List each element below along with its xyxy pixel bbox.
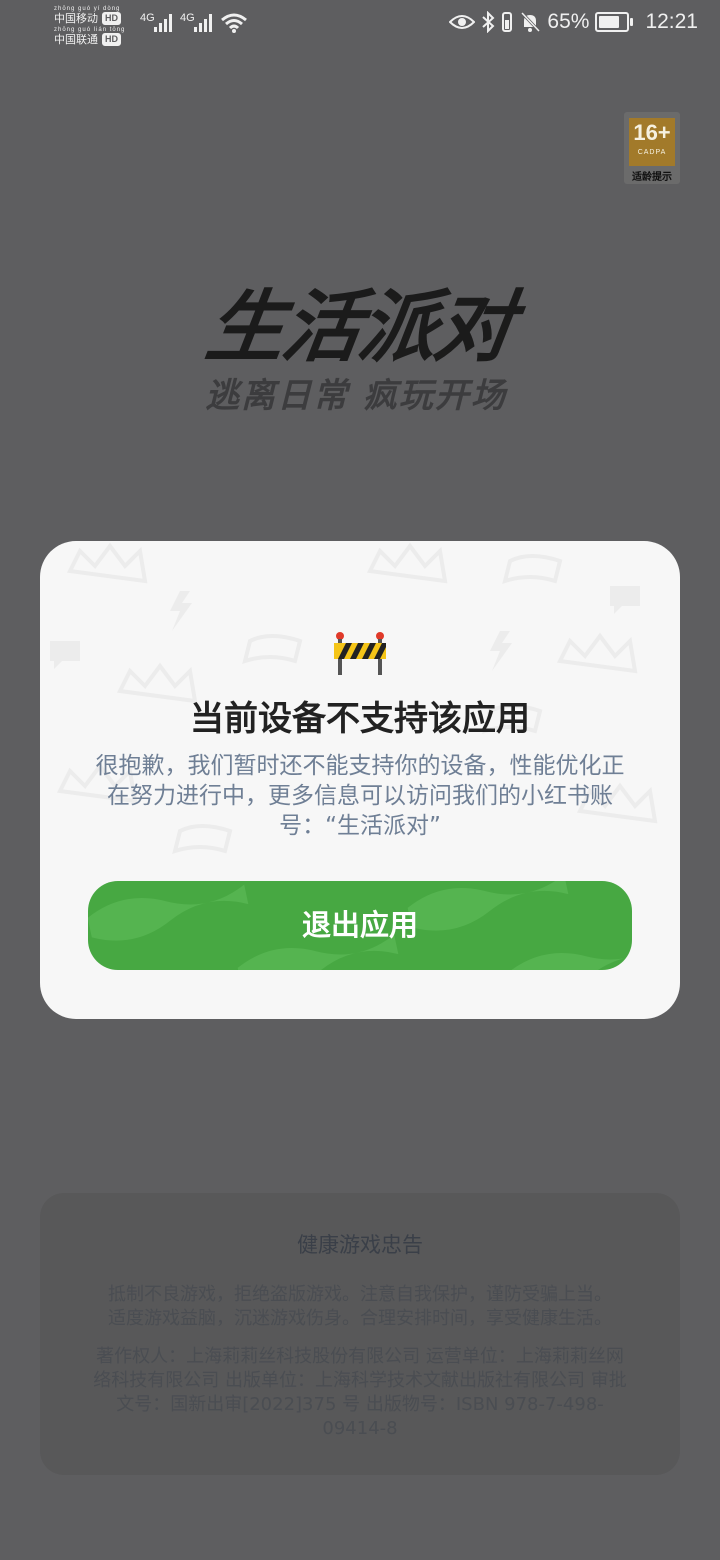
battery-percent: 65% [547,10,590,33]
age-rating-label: 适龄提示 [632,172,672,183]
dialog-message: 很抱歉，我们暂时还不能支持你的设备，性能优化正在努力进行中，更多信息可以访问我们… [95,753,625,839]
eye-icon [449,15,476,29]
dialog-title: 当前设备不支持该应用 [190,699,530,739]
unsupported-device-dialog: 当前设备不支持该应用 很抱歉，我们暂时还不能支持你的设备，性能优化正在努力进行中… [40,541,680,1019]
exit-app-button-label: 退出应用 [301,908,418,942]
battery-icon [595,12,634,32]
health-notice-body: 抵制不良游戏，拒绝盗版游戏。注意自我保护，谨防受骗上当。 适度游戏益脑，沉迷游戏… [70,1283,650,1331]
signal-icon-1 [154,14,172,32]
health-notice-panel: 健康游戏忠告 抵制不良游戏，拒绝盗版游戏。注意自我保护，谨防受骗上当。 适度游戏… [40,1193,680,1475]
bluetooth-icon [482,11,495,33]
copyright-info: 著作权人：上海莉莉丝科技股份有限公司 运营单位：上海莉莉丝网络科技有限公司 出版… [93,1346,627,1439]
bell-off-icon [521,11,541,33]
carrier1-name: 中国移动 [54,12,98,25]
health-notice-line-2: 适度游戏益脑，沉迷游戏伤身。合理安排时间，享受健康生活。 [108,1308,612,1329]
age-rating-org: CADPA [637,149,667,156]
status-right: 65% 12:21 [449,10,698,34]
age-rating-icon: 16+ CADPA [629,118,675,166]
carrier2-name: 中国联通 [54,33,98,46]
vibrate-icon [502,12,513,32]
health-notice-title: 健康游戏忠告 [297,1233,423,1257]
age-rating-badge[interactable]: 16+ CADPA 适龄提示 [624,112,680,184]
exit-app-button[interactable]: 退出应用 [88,881,632,970]
age-rating-number: 16+ [633,120,671,145]
carrier-info: zhōng guó yí dòng 中国移动 HD zhōng guó lián… [54,6,125,48]
wifi-icon [221,13,247,33]
clock: 12:21 [645,10,698,33]
hd-badge-1: HD [102,12,121,25]
status-bar: zhōng guó yí dòng 中国移动 HD zhōng guó lián… [0,0,720,52]
hd-badge-2: HD [102,33,121,46]
network-type-2: 4G [180,12,195,24]
health-notice-line-1: 抵制不良游戏，拒绝盗版游戏。注意自我保护，谨防受骗上当。 [108,1284,612,1305]
game-logo: 生活派对 [200,283,518,373]
network-type-1: 4G [140,12,155,24]
signal-icon-2 [194,14,212,32]
game-slogan: 逃离日常 疯玩开场 [205,376,507,416]
roadblock-icon [334,632,386,675]
